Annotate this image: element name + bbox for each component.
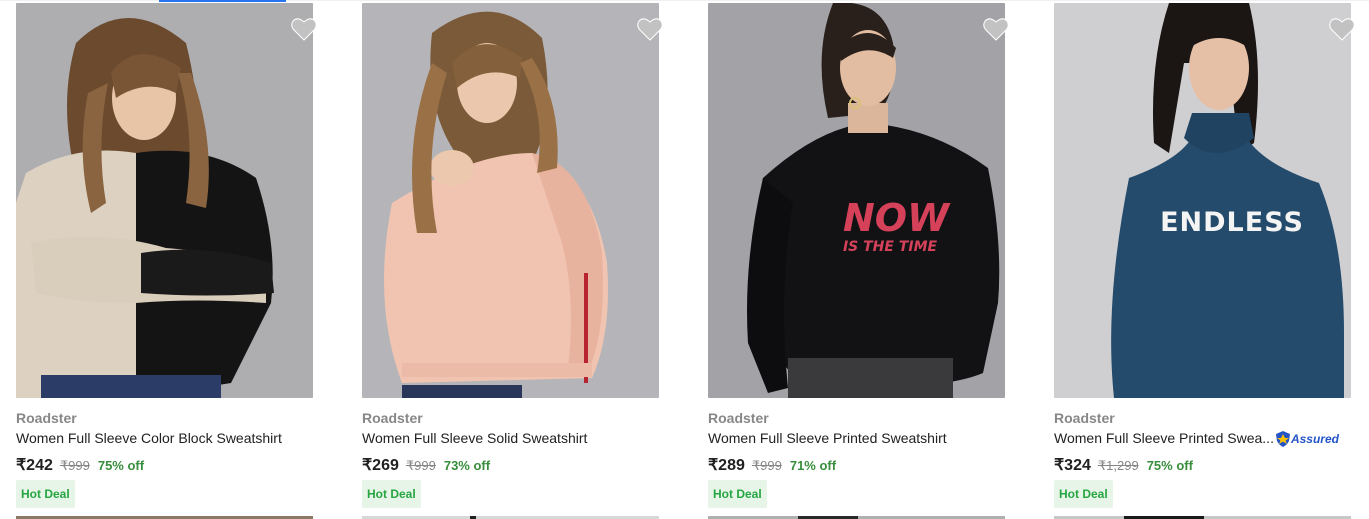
- discount-percent: 71% off: [789, 458, 837, 473]
- original-price: ₹1,299: [1097, 458, 1139, 473]
- hot-deal-badge: Hot Deal: [362, 480, 421, 508]
- hot-deal-badge: Hot Deal: [708, 480, 767, 508]
- product-title[interactable]: Women Full Sleeve Printed Sweatshirt: [708, 430, 1008, 446]
- product-title-text: Women Full Sleeve Solid Sweatshirt: [362, 430, 588, 446]
- selling-price: ₹269: [362, 457, 399, 474]
- product-title-text: Women Full Sleeve Color Block Sweatshirt: [16, 430, 282, 446]
- price-row: ₹324 ₹1,299 75% off: [1054, 455, 1193, 474]
- product-brand: Roadster: [1054, 410, 1115, 426]
- original-price: ₹999: [405, 458, 436, 473]
- selling-price: ₹242: [16, 457, 53, 474]
- assured-badge-icon: [1275, 431, 1290, 448]
- product-title[interactable]: Women Full Sleeve Color Block Sweatshirt: [16, 430, 316, 446]
- wishlist-heart-icon[interactable]: [291, 17, 317, 41]
- sweatshirt-print-endless: ENDLESS: [1160, 207, 1304, 238]
- discount-percent: 75% off: [97, 458, 145, 473]
- product-photo: [362, 3, 659, 398]
- wishlist-heart-icon[interactable]: [1329, 17, 1355, 41]
- product-title[interactable]: Women Full Sleeve Solid Sweatshirt: [362, 430, 662, 446]
- wishlist-heart-icon[interactable]: [983, 17, 1009, 41]
- product-image[interactable]: [16, 3, 313, 398]
- product-title-text: Women Full Sleeve Printed Sweatshirt: [708, 430, 947, 446]
- product-grid: Roadster Women Full Sleeve Color Block S…: [0, 0, 1369, 519]
- hot-deal-badge: Hot Deal: [1054, 480, 1113, 508]
- original-price: ₹999: [751, 458, 782, 473]
- assured-badge: Assured: [1275, 431, 1339, 448]
- product-brand: Roadster: [362, 410, 423, 426]
- assured-label: Assured: [1290, 432, 1339, 447]
- price-row: ₹289 ₹999 71% off: [708, 455, 837, 474]
- product-card[interactable]: Roadster Women Full Sleeve Color Block S…: [16, 0, 346, 519]
- product-title[interactable]: Women Full Sleeve Printed Swea... Assured: [1054, 430, 1354, 448]
- hot-deal-badge: Hot Deal: [16, 480, 75, 508]
- sweatshirt-print-now: NOW: [843, 196, 951, 240]
- discount-percent: 73% off: [443, 458, 491, 473]
- product-card[interactable]: ENDLESS Roadster Women Full Sleeve Print…: [1054, 0, 1369, 519]
- product-card[interactable]: Roadster Women Full Sleeve Solid Sweatsh…: [362, 0, 692, 519]
- discount-percent: 75% off: [1146, 458, 1193, 473]
- product-title-text: Women Full Sleeve Printed Swea...: [1054, 430, 1274, 446]
- wishlist-heart-icon[interactable]: [637, 17, 663, 41]
- product-photo: NOW IS THE TIME: [708, 3, 1005, 398]
- price-row: ₹242 ₹999 75% off: [16, 455, 145, 474]
- product-brand: Roadster: [708, 410, 769, 426]
- product-photo: ENDLESS: [1054, 3, 1351, 398]
- selling-price: ₹289: [708, 457, 745, 474]
- product-image[interactable]: NOW IS THE TIME: [708, 3, 1005, 398]
- product-image[interactable]: ENDLESS: [1054, 3, 1351, 398]
- product-card[interactable]: NOW IS THE TIME Roadster Women Full Slee…: [708, 0, 1038, 519]
- product-image[interactable]: [362, 3, 659, 398]
- original-price: ₹999: [59, 458, 90, 473]
- price-row: ₹269 ₹999 73% off: [362, 455, 491, 474]
- product-brand: Roadster: [16, 410, 77, 426]
- selling-price: ₹324: [1054, 457, 1091, 474]
- product-photo: [16, 3, 313, 398]
- sweatshirt-print-is-the-time: IS THE TIME: [843, 239, 938, 255]
